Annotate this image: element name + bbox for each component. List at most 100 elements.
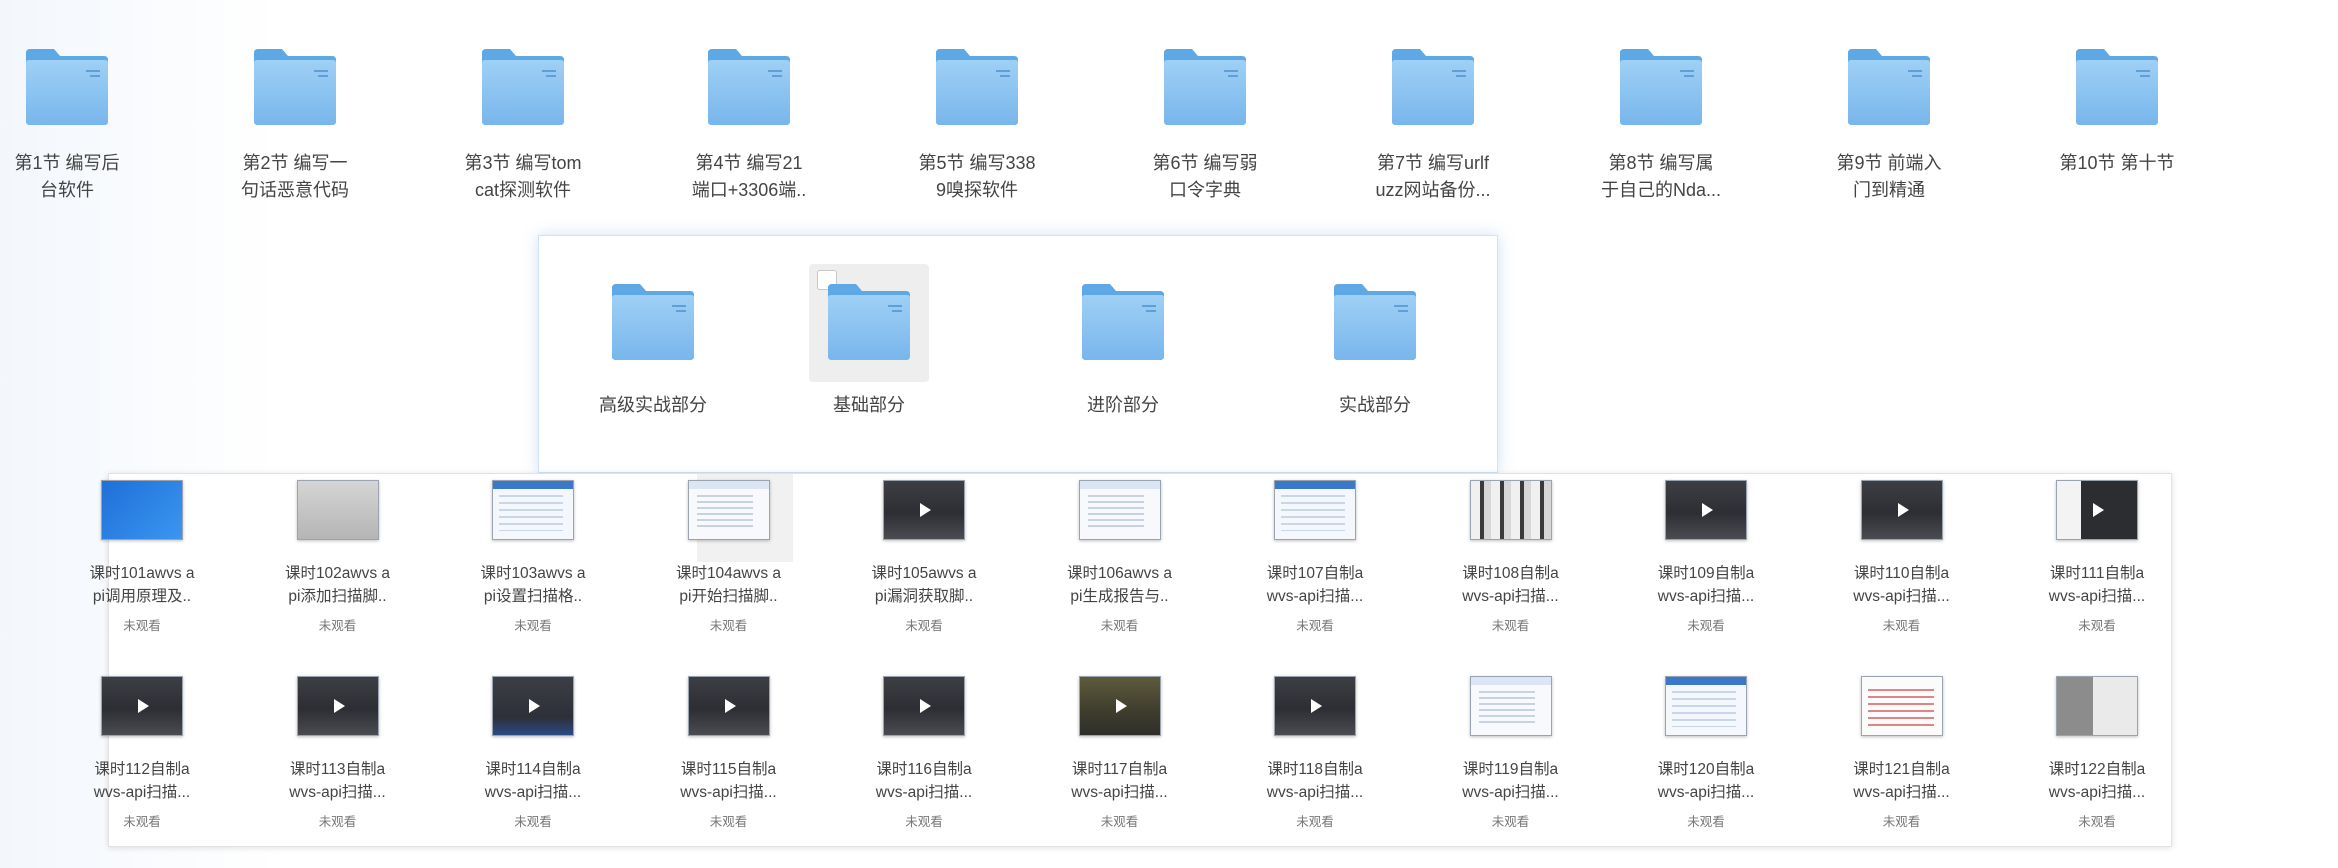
video-item[interactable]: 课时114自制a wvs-api扫描... 未观看 (448, 676, 618, 830)
video-item[interactable]: 课时111自制a wvs-api扫描... 未观看 (2012, 480, 2182, 634)
watch-status: 未观看 (1687, 815, 1725, 829)
watch-status: 未观看 (1100, 815, 1139, 829)
folder-item[interactable]: 第10节 第十节 (2012, 46, 2222, 177)
folder-label: 基础部分 (833, 395, 905, 415)
video-title: 课时107自制a wvs-api扫描... (1266, 565, 1364, 605)
video-item[interactable]: 课时117自制a wvs-api扫描... 未观看 (1035, 676, 1205, 830)
folder-item[interactable]: 第1节 编写后 台软件 (0, 46, 172, 204)
video-item[interactable]: 课时122自制a wvs-api扫描... 未观看 (2012, 676, 2182, 830)
folder-label: 第4节 编写21 端口+3306端.. (691, 153, 807, 200)
video-thumbnail (1469, 480, 1552, 540)
video-item[interactable]: 课时105awvs a pi漏洞获取脚.. 未观看 (839, 480, 1009, 634)
video-item[interactable]: 课时108自制a wvs-api扫描... 未观看 (1426, 480, 1596, 634)
video-item[interactable]: 课时119自制a wvs-api扫描... 未观看 (1426, 676, 1596, 830)
video-item[interactable]: 课时110自制a wvs-api扫描... 未观看 (1817, 480, 1987, 634)
video-title: 课时121自制a wvs-api扫描... (1853, 761, 1950, 801)
watch-status: 未观看 (1296, 619, 1334, 633)
watch-status: 未观看 (709, 619, 748, 633)
watch-status: 未观看 (1296, 815, 1334, 829)
video-title: 课时116自制a wvs-api扫描... (875, 761, 973, 801)
folder-icon (934, 46, 1020, 128)
video-thumbnail (1860, 676, 1943, 736)
folder-icon (1390, 46, 1476, 128)
folder-icon (1332, 282, 1418, 362)
video-item[interactable]: 课时104awvs a pi开始扫描脚.. 未观看 (644, 480, 814, 634)
watch-status: 未观看 (1882, 815, 1921, 829)
video-item[interactable]: 课时107自制a wvs-api扫描... 未观看 (1230, 480, 1400, 634)
folder-item[interactable]: 第6节 编写弱 口令字典 (1100, 46, 1310, 204)
video-item[interactable]: 课时102awvs a pi添加扫描脚.. 未观看 (253, 480, 423, 634)
video-thumbnail (1078, 676, 1161, 736)
watch-status: 未观看 (1491, 619, 1530, 633)
folder-label: 第9节 前端入 门到精通 (1836, 153, 1942, 200)
watch-status: 未观看 (1100, 619, 1139, 633)
video-item[interactable]: 课时103awvs a pi设置扫描格.. 未观看 (448, 480, 618, 634)
subfolder-panel: 高级实战部分 基础部分 进阶部分 实战部分 (538, 235, 1498, 473)
folder-item[interactable]: 第4节 编写21 端口+3306端.. (644, 46, 854, 204)
folder-item[interactable]: 第7节 编写urlf uzz网站备份... (1328, 46, 1538, 204)
watch-status: 未观看 (905, 815, 943, 829)
watch-status: 未观看 (709, 815, 748, 829)
video-thumbnail (883, 480, 965, 540)
folder-item[interactable]: 第3节 编写tom cat探测软件 (418, 46, 628, 204)
folder-label: 高级实战部分 (599, 395, 707, 415)
video-item[interactable]: 课时115自制a wvs-api扫描... 未观看 (644, 676, 814, 830)
play-icon (327, 695, 349, 717)
video-thumbnail (101, 676, 183, 736)
video-item[interactable]: 课时112自制a wvs-api扫描... 未观看 (57, 676, 227, 830)
watch-status: 未观看 (123, 619, 161, 633)
folder-label: 第5节 编写338 9嗅探软件 (918, 153, 1036, 200)
video-title: 课时102awvs a pi添加扫描脚.. (284, 565, 391, 605)
video-title: 课时108自制a wvs-api扫描... (1462, 565, 1559, 605)
folder-item[interactable]: 基础部分 (789, 282, 949, 419)
video-thumbnail (1860, 480, 1943, 540)
video-item[interactable]: 课时120自制a wvs-api扫描... 未观看 (1621, 676, 1791, 830)
video-thumbnail (1274, 676, 1356, 736)
folder-icon (2074, 46, 2160, 128)
watch-status: 未观看 (2078, 619, 2116, 633)
watch-status: 未观看 (514, 815, 552, 829)
folder-label: 第6节 编写弱 口令字典 (1152, 153, 1258, 200)
folder-item[interactable]: 第2节 编写一 句话恶意代码 (190, 46, 400, 204)
video-title: 课时110自制a wvs-api扫描... (1853, 565, 1950, 605)
watch-status: 未观看 (318, 815, 357, 829)
video-item[interactable]: 课时113自制a wvs-api扫描... 未观看 (253, 676, 423, 830)
play-icon (718, 695, 740, 717)
video-title: 课时105awvs a pi漏洞获取脚.. (871, 565, 977, 605)
video-item[interactable]: 课时118自制a wvs-api扫描... 未观看 (1230, 676, 1400, 830)
video-title: 课时112自制a wvs-api扫描... (93, 761, 191, 801)
folder-icon (706, 46, 792, 128)
video-title: 课时101awvs a pi调用原理及.. (89, 565, 195, 605)
video-thumbnail (101, 480, 183, 540)
video-thumbnail (492, 480, 574, 540)
video-item[interactable]: 课时106awvs a pi生成报告与.. 未观看 (1035, 480, 1205, 634)
video-thumbnail (687, 676, 770, 736)
video-item[interactable]: 课时121自制a wvs-api扫描... 未观看 (1817, 676, 1987, 830)
video-title: 课时113自制a wvs-api扫描... (289, 761, 386, 801)
play-icon (2086, 499, 2108, 521)
folder-label: 第3节 编写tom cat探测软件 (464, 153, 582, 200)
folder-item[interactable]: 实战部分 (1295, 282, 1455, 419)
folder-label: 第1节 编写后 台软件 (14, 153, 120, 200)
folder-label: 第8节 编写属 于自己的Nda... (1600, 153, 1722, 200)
video-thumbnail (2056, 480, 2138, 540)
video-item[interactable]: 课时101awvs a pi调用原理及.. 未观看 (57, 480, 227, 634)
folder-item[interactable]: 高级实战部分 (573, 282, 733, 419)
folder-item[interactable]: 第9节 前端入 门到精通 (1784, 46, 1994, 204)
folder-label: 进阶部分 (1087, 395, 1159, 415)
video-thumbnail (1078, 480, 1161, 540)
folder-icon (480, 46, 566, 128)
folder-item[interactable]: 第8节 编写属 于自己的Nda... (1556, 46, 1766, 204)
video-grid-panel: 课时101awvs a pi调用原理及.. 未观看 课时102awvs a pi添加… (89, 473, 2172, 847)
video-item[interactable]: 课时109自制a wvs-api扫描... 未观看 (1621, 480, 1791, 634)
folder-item[interactable]: 第5节 编写338 9嗅探软件 (872, 46, 1082, 204)
video-thumbnail (492, 676, 574, 736)
video-title: 课时111自制a wvs-api扫描... (2048, 565, 2146, 605)
folder-item[interactable]: 进阶部分 (1043, 282, 1203, 419)
video-thumbnail (1469, 676, 1552, 736)
video-title: 课时104awvs a pi开始扫描脚.. (675, 565, 782, 605)
video-item[interactable]: 课时116自制a wvs-api扫描... 未观看 (839, 676, 1009, 830)
play-icon (913, 695, 935, 717)
play-icon (1109, 695, 1131, 717)
play-icon (522, 695, 544, 717)
